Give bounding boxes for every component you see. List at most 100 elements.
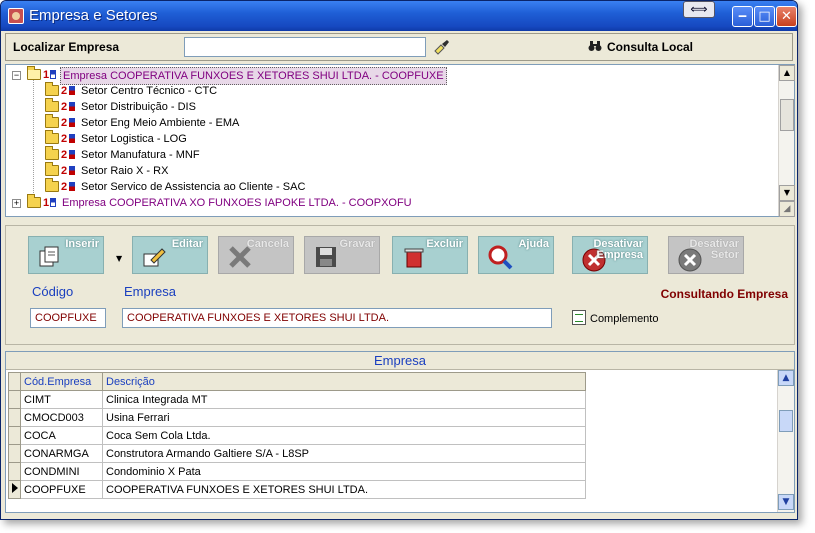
empresa-table: Cód.Empresa Descrição CIMT Clinica Integ… [8, 372, 586, 499]
scroll-down-icon[interactable]: ▼ [778, 494, 794, 510]
collapse-icon[interactable]: − [12, 71, 21, 80]
grid-scrollbar[interactable]: ▲ ▼ [777, 370, 794, 512]
desativar-empresa-button[interactable]: Desativar Empresa [572, 236, 648, 274]
edit-panel: Inserir ▼ Editar Cancela Gravar Excluir … [5, 225, 795, 345]
tree-node-label: Setor Centro Técnico - CTC [81, 85, 218, 97]
table-row[interactable]: COCA Coca Sem Cola Ltda. [8, 426, 586, 445]
folder-icon [45, 82, 59, 96]
scroll-up-icon[interactable]: ▲ [779, 65, 795, 81]
tree-scrollbar[interactable]: ▲ ▼ ◢ [778, 65, 795, 217]
open-folder-icon [27, 66, 41, 80]
title-bar[interactable]: Empresa e Setores ⟺ ‒ □ ✕ [1, 1, 797, 31]
tree-node-label: Setor Eng Meio Ambiente - EMA [81, 117, 240, 129]
node-level: 2 [61, 133, 68, 145]
locate-input[interactable] [184, 37, 426, 57]
tree-node[interactable]: 2 Setor Distribuição - DIS [6, 98, 776, 115]
folder-icon [45, 146, 59, 160]
maximize-button[interactable]: □ [754, 6, 775, 27]
scroll-thumb[interactable] [779, 410, 793, 432]
save-disk-icon [316, 247, 336, 267]
node-level: 2 [61, 149, 68, 161]
desativar-empresa-label: Desativar Empresa [593, 238, 643, 261]
tree-node-label: Empresa COOPERATIVA XO FUNXOES IAPOKE LT… [62, 197, 412, 209]
consulta-local-label: Consulta Local [607, 40, 694, 54]
cancelar-label: Cancela [246, 238, 289, 250]
folder-icon [45, 162, 59, 176]
tree-node-label: Setor Raio X - RX [81, 165, 169, 177]
help-magnifier-icon [488, 245, 513, 270]
complemento-label: Complemento [590, 313, 659, 325]
folder-icon [45, 114, 59, 128]
table-row[interactable]: CMOCD003 Usina Ferrari [8, 408, 586, 427]
tree-node[interactable]: 2 Setor Manufatura - MNF [6, 146, 776, 163]
close-button[interactable]: ✕ [776, 6, 797, 27]
expand-icon[interactable]: + [12, 199, 21, 208]
tree-node[interactable]: 2 Setor Logistica - LOG [6, 130, 776, 147]
scroll-down-icon[interactable]: ▼ [779, 185, 795, 201]
cell-code: CONDMINI [20, 462, 103, 481]
table-row[interactable]: CONARMGA Construtora Armando Galtiere S/… [8, 444, 586, 463]
scroll-up-icon[interactable]: ▲ [778, 370, 794, 386]
cell-code: CONARMGA [20, 444, 103, 463]
table-row[interactable]: CIMT Clinica Integrada MT [8, 390, 586, 409]
node-level: 2 [61, 101, 68, 113]
resize-arrows-icon[interactable]: ⟺ [683, 1, 715, 18]
codigo-label: Código [32, 284, 74, 299]
tree-node[interactable]: 2 Setor Centro Técnico - CTC [6, 82, 776, 99]
sector-icon [69, 166, 75, 175]
folder-icon [45, 178, 59, 192]
empresa-label: Empresa [124, 284, 177, 299]
tree-node[interactable]: 2 Setor Eng Meio Ambiente - EMA [6, 114, 776, 131]
editar-button[interactable]: Editar [132, 236, 208, 274]
company-icon [50, 198, 56, 207]
main-window: Empresa e Setores ⟺ ‒ □ ✕ Localizar Empr… [0, 0, 798, 520]
gravar-button[interactable]: Gravar [304, 236, 380, 274]
table-row-current[interactable]: COOPFUXE COOPERATIVA FUNXOES E XETORES S… [8, 480, 586, 499]
inserir-label: Inserir [65, 238, 99, 250]
insert-document-icon [39, 246, 59, 267]
tree-second-node[interactable]: + 1 Empresa COOPERATIVA XO FUNXOES IAPOK… [6, 194, 776, 211]
minimize-button[interactable]: ‒ [732, 6, 753, 27]
scroll-thumb[interactable] [780, 99, 794, 131]
cancelar-button[interactable]: Cancela [218, 236, 294, 274]
cell-desc: Condominio X Pata [102, 462, 586, 481]
window-title: Empresa e Setores [29, 7, 158, 24]
desativar-setor-label: Desativar Setor [689, 238, 739, 261]
column-header[interactable]: Descrição [102, 372, 586, 391]
table-row[interactable]: CONDMINI Condominio X Pata [8, 462, 586, 481]
cell-desc: Usina Ferrari [102, 408, 586, 427]
empresa-grid: Empresa Cód.Empresa Descrição CIMT Clini… [5, 351, 795, 513]
ajuda-button[interactable]: Ajuda [478, 236, 554, 274]
tree-root-node[interactable]: − 1 Empresa COOPERATIVA FUNXOES E XETORE… [6, 66, 776, 85]
folder-icon [45, 130, 59, 144]
node-level: 2 [61, 165, 68, 177]
complemento-button[interactable]: Complemento [572, 310, 658, 325]
node-level: 1 [43, 69, 50, 81]
tree-node-label: Setor Servico de Assistencia ao Cliente … [81, 181, 306, 193]
inserir-dropdown-icon[interactable]: ▼ [116, 254, 122, 263]
resize-grip-icon[interactable]: ◢ [779, 201, 795, 217]
excluir-button[interactable]: Excluir [392, 236, 468, 274]
consulta-local-button[interactable]: Consulta Local [588, 40, 693, 54]
company-icon [50, 70, 56, 79]
node-level: 2 [61, 181, 68, 193]
clear-brush-icon[interactable] [432, 39, 450, 55]
node-level: 2 [61, 85, 68, 97]
inserir-button[interactable]: Inserir [28, 236, 104, 274]
tree-node-label: Setor Logistica - LOG [81, 133, 187, 145]
empresa-field[interactable]: COOPERATIVA FUNXOES E XETORES SHUI LTDA. [122, 308, 552, 328]
cell-code: COCA [20, 426, 103, 445]
app-icon [8, 8, 24, 24]
tree-node[interactable]: 2 Setor Servico de Assistencia ao Client… [6, 178, 776, 195]
desativar-setor-button[interactable]: Desativar Setor [668, 236, 744, 274]
ajuda-label: Ajuda [518, 238, 549, 250]
locate-label: Localizar Empresa [13, 40, 120, 54]
codigo-field[interactable]: COOPFUXE [30, 308, 106, 328]
column-header[interactable]: Cód.Empresa [20, 372, 103, 391]
tree-node[interactable]: 2 Setor Raio X - RX [6, 162, 776, 179]
folder-icon [45, 98, 59, 112]
gravar-label: Gravar [339, 238, 375, 250]
current-row-icon [12, 483, 18, 493]
cell-code: CMOCD003 [20, 408, 103, 427]
cell-desc: Construtora Armando Galtiere S/A - L8SP [102, 444, 586, 463]
